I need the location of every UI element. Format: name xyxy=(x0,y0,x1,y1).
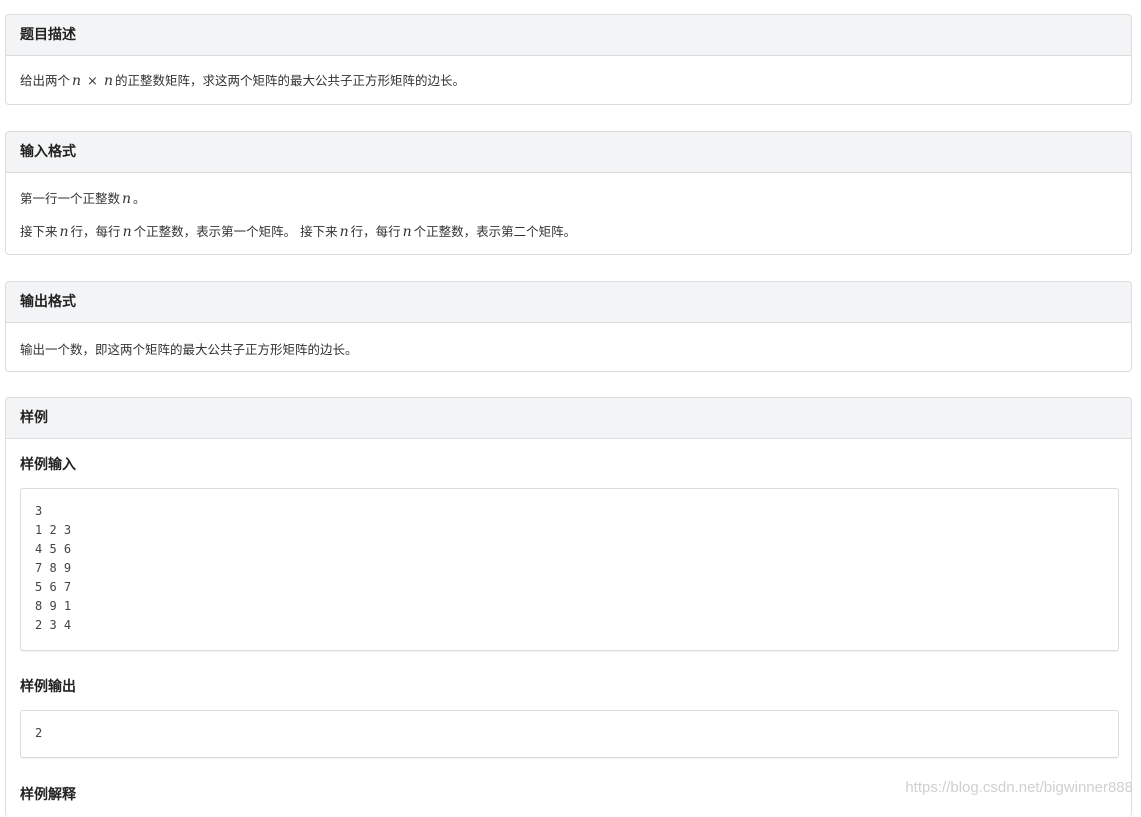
output-format-text: 输出一个数，即这两个矩阵的最大公共子正方形矩阵的边长。 xyxy=(20,342,358,357)
code-line: 2 3 4 xyxy=(35,618,72,632)
input-format-line-2: 接下来 n 行，每行 n 个正整数，表示第一个矩阵。 接下来 n 行，每行 n 个正整数，表示第… xyxy=(20,224,577,240)
output-format-title: 输出格式 xyxy=(6,282,1131,323)
code-line: 8 9 1 xyxy=(35,599,72,613)
math-var-n: n xyxy=(122,224,132,240)
description-panel: 题目描述 给出两个 n × n 的正整数矩阵，求这两个矩阵的最大公共子正方形矩阵的边长。 xyxy=(5,14,1132,105)
samples-panel: 样例 样例输入 31 2 34 5 67 8 95 6 78 9 12 3 4 … xyxy=(5,397,1132,817)
input-format-panel: 输入格式 第一行一个正整数 n。 接下来 n 行，每行 n 个正整数，表示第一个矩阵。 接… xyxy=(5,131,1132,255)
input-format-line-1: 第一行一个正整数 n。 xyxy=(20,191,146,207)
description-text: 给出两个 n × n 的正整数矩阵，求这两个矩阵的最大公共子正方形矩阵的边长。 xyxy=(20,73,465,89)
watermark: https://blog.csdn.net/bigwinner888 xyxy=(905,779,1133,796)
sample-output-code: 2 xyxy=(35,724,1104,743)
sample-input-title: 样例输入 xyxy=(20,457,76,473)
sample-input-box[interactable]: 3 1 2 3 4 5 6 7 8 9 5 6 7 8 9 1 2 3 4 xyxy=(20,488,1119,651)
math-var-n: n xyxy=(103,73,113,89)
samples-title: 样例 xyxy=(6,398,1131,439)
math-var-n: n xyxy=(72,73,82,89)
input-format-title: 输入格式 xyxy=(6,132,1131,173)
code-line: 7 8 9 xyxy=(35,561,72,575)
math-var-n: n xyxy=(402,224,412,240)
description-title: 题目描述 xyxy=(6,15,1131,56)
sample-output-box[interactable]: 2 xyxy=(20,710,1119,758)
sample-output-title: 样例输出 xyxy=(20,679,76,695)
code-line: 2 xyxy=(35,726,43,740)
math-var-n: n xyxy=(59,224,69,240)
code-line: 4 5 6 xyxy=(35,542,72,556)
output-format-panel: 输出格式 输出一个数，即这两个矩阵的最大公共子正方形矩阵的边长。 xyxy=(5,281,1132,372)
sample-input-code: 3 1 2 3 4 5 6 7 8 9 5 6 7 8 9 1 2 3 4 xyxy=(35,502,1104,635)
sample-explain-title: 样例解释 xyxy=(20,787,76,803)
times-symbol: × xyxy=(87,74,98,89)
code-line: 1 2 3 xyxy=(35,523,72,537)
math-var-n: n xyxy=(339,224,349,240)
code-line: 5 6 7 xyxy=(35,580,72,594)
code-line: 3 xyxy=(35,504,43,518)
math-var-n: n xyxy=(122,191,132,207)
